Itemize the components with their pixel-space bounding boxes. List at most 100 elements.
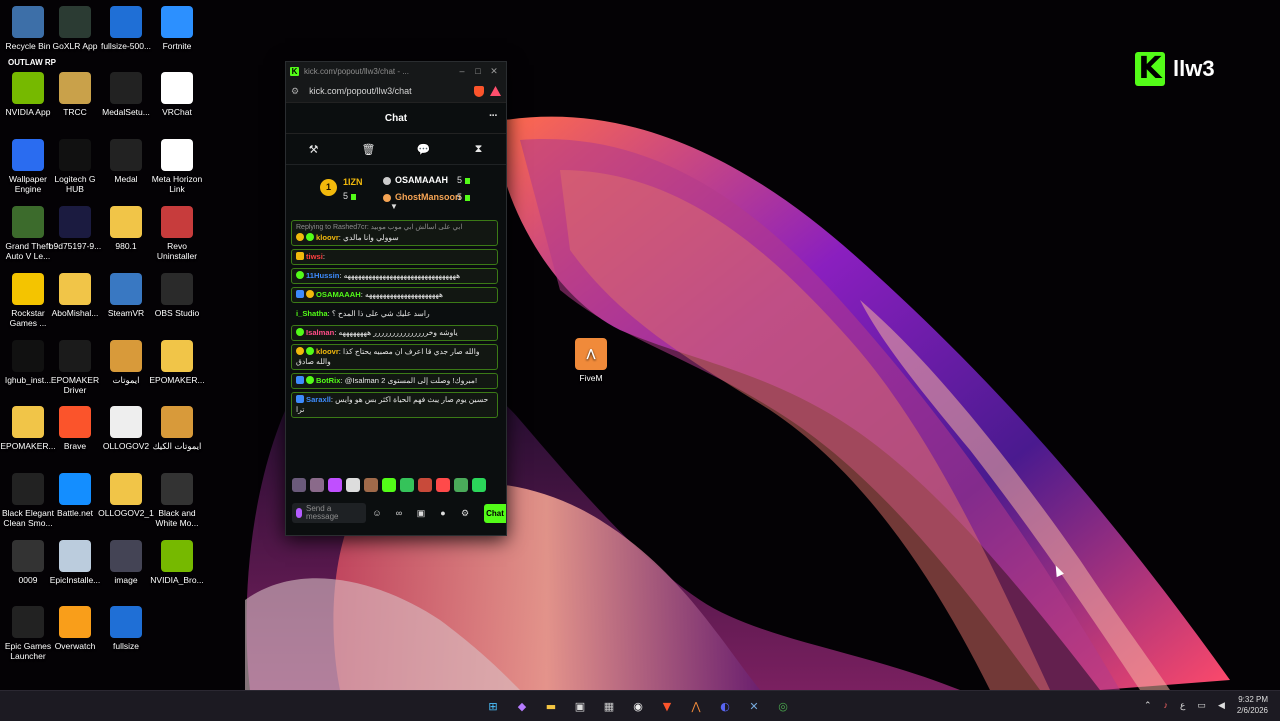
emote-icon[interactable] bbox=[418, 478, 432, 492]
chat-username[interactable]: OSAMAAAH bbox=[316, 290, 361, 299]
emote-icon[interactable] bbox=[310, 478, 324, 492]
desktop-icon[interactable]: OLLOGOV2_1 bbox=[98, 473, 154, 518]
store-icon[interactable]: ▣ bbox=[569, 695, 591, 717]
close-button[interactable]: ✕ bbox=[486, 66, 502, 77]
goxlr-icon[interactable]: ✕ bbox=[743, 695, 765, 717]
reply-context[interactable]: Replying to Rashed7cr: ابي على اسالش ابي… bbox=[296, 223, 493, 233]
desktop-icon[interactable]: fullsize-500... bbox=[98, 6, 154, 51]
desktop-icon[interactable]: EPOMAKER... bbox=[149, 340, 205, 385]
emote-icon[interactable] bbox=[400, 478, 414, 492]
chat-username[interactable]: Isalman bbox=[306, 328, 334, 337]
emote-icon[interactable] bbox=[436, 478, 450, 492]
chat-message[interactable]: 11Hussin: هههههههههههههههههههههههههههههه… bbox=[291, 268, 498, 284]
infinity-icon[interactable]: ∞ bbox=[388, 508, 410, 518]
more-options-icon[interactable]: ··· bbox=[489, 110, 498, 122]
clock[interactable]: 9:32 PM 2/6/2026 bbox=[1237, 694, 1268, 716]
desktop-icon[interactable]: EpicInstalle... bbox=[47, 540, 103, 585]
chat-message[interactable]: kloovr: والله صار جدي قا اعرف ان مصبيه ي… bbox=[291, 344, 498, 370]
chat-message[interactable]: OSAMAAAH: هههههههههههههههههههههه bbox=[291, 287, 498, 303]
desktop-icon[interactable]: SteamVR bbox=[98, 273, 154, 318]
chat-bubble-icon[interactable]: ● bbox=[432, 508, 454, 518]
desktop-icon[interactable]: EPOMAKER Driver bbox=[47, 340, 103, 395]
chat-username[interactable]: kloovr bbox=[316, 347, 339, 356]
desktop-icon[interactable]: OBS Studio bbox=[149, 273, 205, 318]
desktop-icon[interactable]: fullsize bbox=[98, 606, 154, 651]
emote-icon[interactable] bbox=[364, 478, 378, 492]
emote-icon[interactable] bbox=[382, 478, 396, 492]
desktop-icon[interactable]: VRChat bbox=[149, 72, 205, 117]
trash-icon[interactable]: 🗑 bbox=[357, 143, 381, 156]
desktop-icon[interactable]: Meta Horizon Link bbox=[149, 139, 205, 194]
chat-message[interactable]: Replying to Rashed7cr: ابي على اسالش ابي… bbox=[291, 220, 498, 246]
leader-top-user[interactable]: 1IZN bbox=[343, 177, 363, 187]
chat-message[interactable]: Saraxll: حسين يوم صار يبث فهم الحياة اكث… bbox=[291, 392, 498, 418]
desktop-icon[interactable]: Battle.net bbox=[47, 473, 103, 518]
desktop-icon[interactable]: Revo Uninstaller bbox=[149, 206, 205, 261]
site-settings-icon[interactable]: ⚙ bbox=[291, 86, 299, 97]
emote-icon[interactable] bbox=[328, 478, 342, 492]
settings-gear-icon[interactable]: ⚙ bbox=[454, 508, 476, 519]
copilot-icon[interactable]: ◆ bbox=[511, 695, 533, 717]
chat-message[interactable]: i_Shatha: راسد عليك شي على ذا المدح ؟ bbox=[291, 306, 498, 322]
desktop-icon[interactable]: TRCC bbox=[47, 72, 103, 117]
leader-third-user[interactable]: GhostMansoori bbox=[383, 192, 461, 202]
desktop-icon[interactable]: Logitech G HUB bbox=[47, 139, 103, 194]
collapse-chevron-icon[interactable]: ▼ bbox=[390, 202, 398, 211]
desktop-icon[interactable]: Black and White Mo... bbox=[149, 473, 205, 528]
desktop-icon[interactable]: MedalSetu... bbox=[98, 72, 154, 117]
file-explorer-icon[interactable]: ▬ bbox=[540, 695, 562, 717]
brave-rewards-icon[interactable] bbox=[490, 86, 501, 96]
leader-second-user[interactable]: OSAMAAAH bbox=[383, 175, 448, 185]
minimize-button[interactable]: – bbox=[454, 66, 470, 76]
desktop-icon[interactable]: Medal bbox=[98, 139, 154, 184]
chat-username[interactable]: kloovr bbox=[316, 233, 339, 242]
chevron-up-icon[interactable]: ⌃ bbox=[1144, 700, 1152, 711]
url-text[interactable]: kick.com/popout/llw3/chat bbox=[309, 86, 474, 96]
store-icon[interactable]: ▣ bbox=[410, 508, 432, 519]
network-icon[interactable]: ▭ bbox=[1197, 700, 1206, 711]
chat-message[interactable]: tiwsi: bbox=[291, 249, 498, 265]
desktop-icon-fivem[interactable]: ⋀ FiveM bbox=[563, 338, 619, 383]
chat-message-input[interactable]: Send a message bbox=[292, 503, 366, 523]
calculator-icon[interactable]: ▦ bbox=[598, 695, 620, 717]
desktop-icon[interactable]: ايموتات الكيك bbox=[149, 406, 205, 451]
chat-message[interactable]: BotRix: @Isalman مبروك! وصلت إلى المستوى… bbox=[291, 373, 498, 389]
microphone-tray-icon[interactable]: ♪ bbox=[1164, 700, 1169, 710]
hammer-icon[interactable]: ⚒ bbox=[302, 143, 326, 156]
emote-icon[interactable] bbox=[346, 478, 360, 492]
desktop-icon[interactable]: GoXLR App bbox=[47, 6, 103, 51]
emote-icon[interactable] bbox=[472, 478, 486, 492]
address-bar[interactable]: ⚙ kick.com/popout/llw3/chat bbox=[286, 80, 506, 103]
desktop-icon[interactable]: ايموتات bbox=[98, 340, 154, 385]
window-titlebar[interactable]: K kick.com/popout/llw3/chat - ... – □ ✕ bbox=[286, 62, 506, 80]
emote-icon[interactable] bbox=[454, 478, 468, 492]
desktop-icon[interactable]: Fortnite bbox=[149, 6, 205, 51]
desktop-icon[interactable]: image bbox=[98, 540, 154, 585]
chrome-icon[interactable]: ◎ bbox=[772, 695, 794, 717]
desktop-icon[interactable]: 980.1 bbox=[98, 206, 154, 251]
emoji-icon[interactable]: ☺ bbox=[366, 508, 388, 518]
desktop-icon[interactable]: Brave bbox=[47, 406, 103, 451]
emote-icon[interactable] bbox=[292, 478, 306, 492]
brave-shield-icon[interactable] bbox=[474, 85, 484, 97]
chat-username[interactable]: BotRix bbox=[316, 376, 340, 385]
desktop-icon[interactable]: b9d75197-9... bbox=[47, 206, 103, 251]
desktop-icon[interactable]: Overwatch bbox=[47, 606, 103, 651]
maximize-button[interactable]: □ bbox=[470, 66, 486, 76]
desktop-icon[interactable]: AboMishal... bbox=[47, 273, 103, 318]
windows-start-icon[interactable]: ⊞ bbox=[482, 695, 504, 717]
fivem-icon[interactable]: ⋀ bbox=[685, 695, 707, 717]
hourglass-icon[interactable]: ⧗ bbox=[467, 143, 491, 156]
chat-username[interactable]: 11Hussin bbox=[306, 271, 339, 280]
desktop-icon[interactable]: NVIDIA_Bro... bbox=[149, 540, 205, 585]
speech-bubble-icon[interactable]: 💬 bbox=[412, 143, 436, 156]
desktop-icon[interactable]: OLLOGOV2 bbox=[98, 406, 154, 451]
chat-message[interactable]: Isalman: ياوشه وخررررررررررررررر ههههههه… bbox=[291, 325, 498, 341]
chat-username[interactable]: tiwsi bbox=[306, 252, 323, 261]
discord-icon[interactable]: ◐ bbox=[714, 695, 736, 717]
send-chat-button[interactable]: Chat bbox=[484, 504, 506, 523]
chat-username[interactable]: i_Shatha bbox=[296, 309, 328, 318]
language-indicator[interactable]: ع bbox=[1180, 700, 1185, 711]
obs-icon[interactable]: ◉ bbox=[627, 695, 649, 717]
chat-username[interactable]: Saraxll bbox=[306, 395, 331, 404]
